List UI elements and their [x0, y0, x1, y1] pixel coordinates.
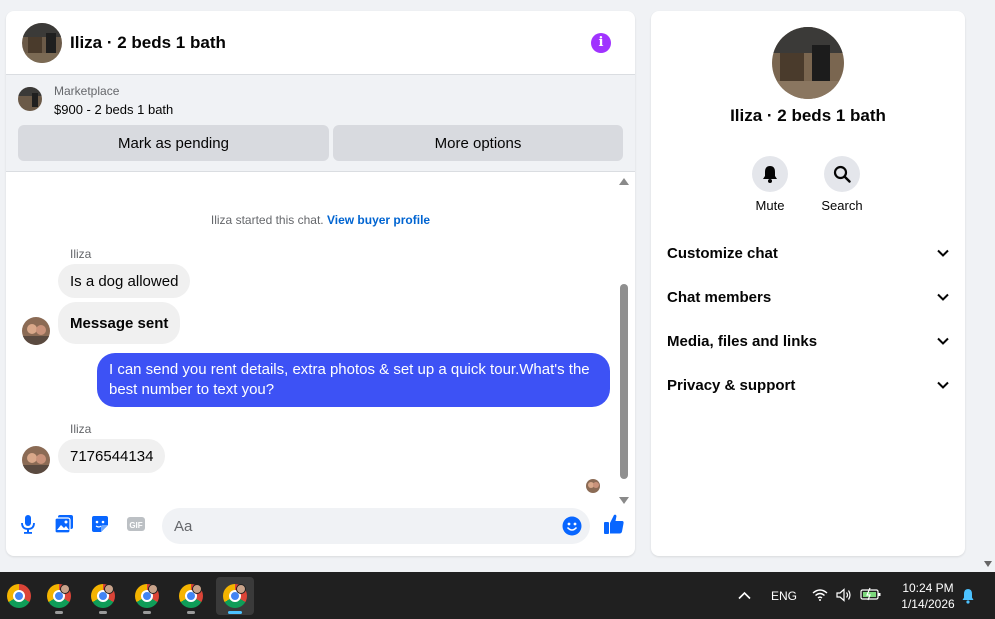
clock-time: 10:24 PM	[902, 581, 954, 595]
customize-chat-section[interactable]: Customize chat	[667, 241, 949, 265]
message-bubble-incoming[interactable]: Message sent	[58, 302, 181, 344]
profile-badge-icon	[236, 584, 246, 594]
listing-source: Marketplace	[54, 84, 120, 98]
info-icon[interactable]: i	[591, 32, 611, 53]
chat-title[interactable]: Iliza · 2 beds 1 bath	[70, 33, 591, 53]
sender-name: Iliza	[70, 247, 92, 261]
scroll-thumb[interactable]	[620, 284, 628, 479]
profile-badge-icon	[104, 584, 114, 594]
scroll-down-arrow-icon[interactable]	[619, 497, 629, 504]
more-options-button[interactable]: More options	[333, 125, 623, 161]
listing-summary[interactable]: Marketplace $900 - 2 beds 1 bath	[18, 83, 623, 119]
clock-date: 1/14/2026	[901, 597, 955, 611]
message-input[interactable]	[162, 508, 542, 544]
system-message: Iliza started this chat. View buyer prof…	[210, 213, 431, 227]
listing-large-avatar[interactable]	[772, 27, 844, 99]
taskbar-chrome-profile-app[interactable]	[172, 577, 210, 615]
chat-panel: Iliza · 2 beds 1 bath i Marketplace $900…	[6, 11, 635, 556]
bell-icon[interactable]	[752, 156, 788, 192]
svg-text:GIF: GIF	[129, 521, 142, 530]
chat-header: Iliza · 2 beds 1 bath i	[6, 11, 635, 75]
taskbar-chrome-app[interactable]	[0, 577, 38, 615]
listing-price-title: $900 - 2 beds 1 bath	[54, 102, 174, 117]
notification-bell-icon[interactable]	[961, 588, 975, 604]
microphone-icon[interactable]	[18, 514, 38, 534]
emoji-icon[interactable]	[562, 516, 582, 536]
profile-badge-icon	[192, 584, 202, 594]
composer: GIF	[6, 506, 635, 546]
volume-icon[interactable]	[836, 588, 852, 602]
message-scrollbar[interactable]	[618, 178, 630, 506]
mute-button[interactable]: Mute	[740, 156, 800, 213]
message-input-wrapper	[162, 508, 590, 544]
sender-avatar[interactable]	[22, 446, 50, 474]
taskbar: ENG 10:24 PM 1/14/2026	[0, 572, 995, 619]
sender-name: Iliza	[70, 422, 92, 436]
message-bubble-outgoing[interactable]: I can send you rent details, extra photo…	[97, 353, 610, 407]
listing-thumbnail	[18, 87, 42, 111]
chevron-down-icon	[937, 381, 949, 389]
seen-indicator-avatar	[586, 479, 600, 493]
search-label: Search	[821, 198, 863, 213]
chrome-icon	[7, 584, 31, 608]
search-button[interactable]: Search	[812, 156, 872, 213]
taskbar-chrome-profile-app[interactable]	[128, 577, 166, 615]
search-icon[interactable]	[824, 156, 860, 192]
chevron-down-icon	[937, 249, 949, 257]
info-panel: Iliza · 2 beds 1 bath Mute Search Custom…	[651, 11, 965, 556]
language-indicator[interactable]: ENG	[771, 589, 797, 603]
privacy-support-section[interactable]: Privacy & support	[667, 373, 949, 397]
wifi-icon[interactable]	[812, 588, 828, 602]
listing-avatar[interactable]	[22, 22, 62, 63]
chevron-down-icon	[937, 293, 949, 301]
taskbar-chrome-profile-app[interactable]	[84, 577, 122, 615]
mute-label: Mute	[755, 198, 785, 213]
chevron-down-icon	[937, 337, 949, 345]
media-files-links-section[interactable]: Media, files and links	[667, 329, 949, 353]
sticker-icon[interactable]	[90, 514, 110, 534]
taskbar-chrome-profile-app[interactable]	[40, 577, 78, 615]
message-bubble-incoming[interactable]: 7176544134	[58, 439, 166, 473]
chevron-up-icon[interactable]	[738, 591, 751, 600]
chat-members-section[interactable]: Chat members	[667, 285, 949, 309]
scroll-up-arrow-icon[interactable]	[619, 178, 629, 185]
system-clock[interactable]: 10:24 PM 1/14/2026	[893, 580, 963, 612]
like-thumbs-up-icon[interactable]	[602, 512, 626, 536]
photo-icon[interactable]	[54, 514, 74, 534]
message-bubble-incoming[interactable]: Is a dog allowed	[58, 264, 191, 298]
view-buyer-profile-link[interactable]: View buyer profile	[327, 213, 430, 227]
page-scroll-down-arrow-icon[interactable]	[984, 561, 992, 567]
battery-charging-icon[interactable]	[860, 587, 882, 601]
sender-avatar[interactable]	[22, 317, 50, 345]
listing-bar: Marketplace $900 - 2 beds 1 bath Mark as…	[6, 75, 635, 172]
profile-badge-icon	[148, 584, 158, 594]
taskbar-chrome-profile-app-active[interactable]	[216, 577, 254, 615]
message-list: Iliza started this chat. View buyer prof…	[6, 173, 635, 493]
profile-badge-icon	[60, 584, 70, 594]
gif-icon[interactable]: GIF	[126, 514, 146, 534]
info-title: Iliza · 2 beds 1 bath	[730, 106, 886, 125]
mark-pending-button[interactable]: Mark as pending	[18, 125, 329, 161]
